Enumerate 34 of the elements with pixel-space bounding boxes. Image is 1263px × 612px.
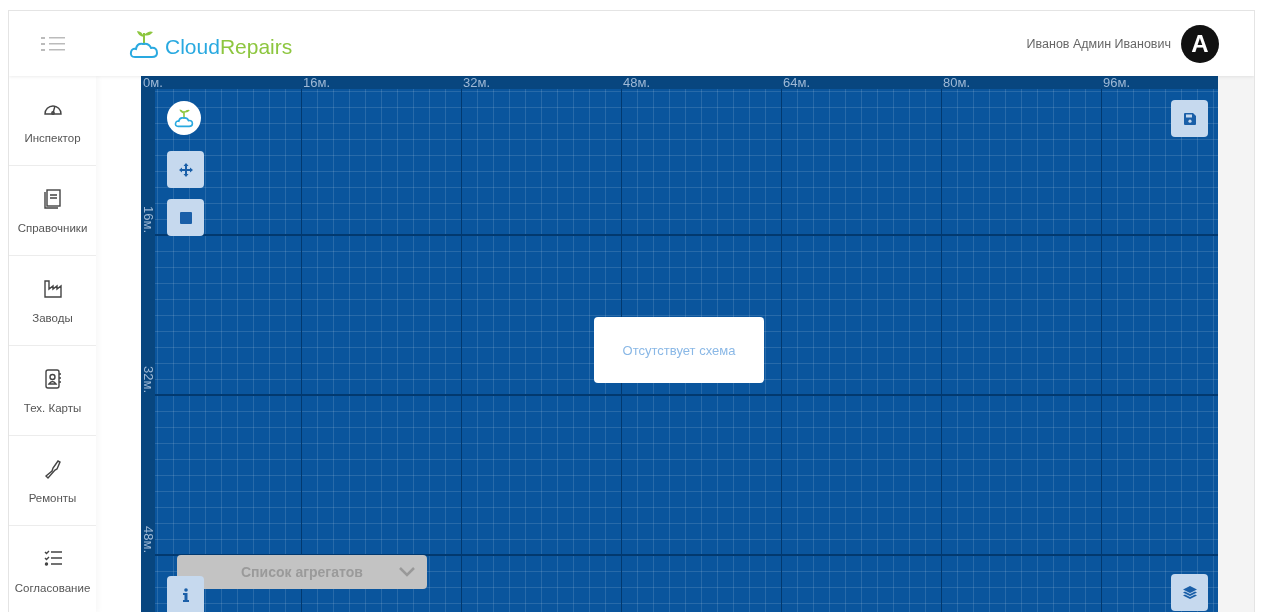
layers-button[interactable] (1171, 574, 1208, 611)
sidebar-item[interactable]: Справочники (9, 166, 96, 256)
ruler-label: 48м. (622, 76, 651, 89)
ruler-label: 96м. (1102, 76, 1131, 89)
chevron-down-icon (399, 567, 415, 577)
ruler-label: 16м. (302, 76, 331, 89)
info-button[interactable] (167, 576, 204, 612)
ruler-label: 80м. (942, 76, 971, 89)
ruler-label: 32м. (462, 76, 491, 89)
stop-button[interactable] (167, 199, 204, 236)
info-icon (181, 587, 190, 602)
book-icon (41, 187, 64, 210)
empty-message: Отсутствует схема (594, 317, 764, 383)
sidebar-item[interactable]: Заводы (9, 256, 96, 346)
move-button[interactable] (167, 151, 204, 188)
ruler-label: 64м. (782, 76, 811, 89)
save-button[interactable] (1171, 100, 1208, 137)
sidebar-item[interactable]: Инспектор (9, 76, 96, 166)
ruler-label: 48м. (141, 526, 155, 555)
ruler-label: 16м. (141, 206, 155, 235)
sidebar-item[interactable]: Тех. Карты (9, 346, 96, 436)
ruler-label: 0м. (142, 76, 164, 89)
move-icon (178, 162, 193, 177)
logo-button[interactable] (167, 101, 201, 135)
user-name[interactable]: Иванов Админ Иванович (1026, 36, 1171, 51)
sidebar-item[interactable]: Ремонты (9, 436, 96, 526)
factory-icon (41, 277, 64, 300)
avatar[interactable]: A (1181, 24, 1219, 63)
layers-icon (1182, 585, 1197, 600)
logo-icon (174, 107, 194, 129)
sidebar-item[interactable]: Согласование (9, 526, 96, 612)
save-icon (1183, 112, 1196, 125)
ruler-label: 32м. (141, 366, 155, 395)
square-icon (179, 211, 192, 224)
